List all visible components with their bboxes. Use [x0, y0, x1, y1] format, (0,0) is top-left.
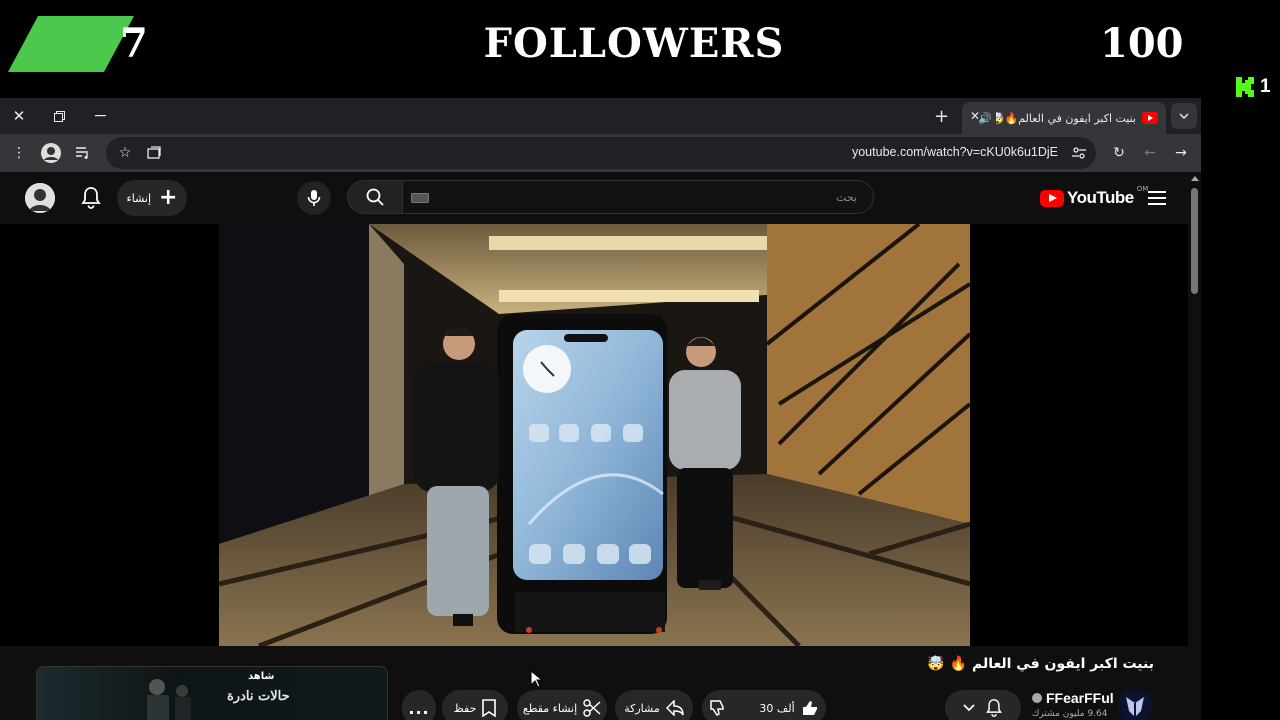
subscribed-notifications-button[interactable]: [945, 690, 1021, 720]
kick-viewer-count: 1: [1260, 76, 1271, 97]
search-input[interactable]: [402, 180, 874, 214]
window-restore-icon[interactable]: [46, 104, 72, 128]
back-arrow-icon[interactable]: ←: [1139, 142, 1161, 164]
notifications-bell-icon: [986, 699, 1002, 717]
channel-avatar[interactable]: [1118, 689, 1152, 720]
tab-title: بنيت اكبر ايفون في العالم🔥🤯: [996, 111, 1136, 125]
install-app-icon[interactable]: [143, 142, 165, 164]
more-actions-button[interactable]: ...: [402, 690, 436, 720]
thumbs-up-icon: [802, 701, 817, 715]
like-button[interactable]: 30 ألف: [749, 690, 828, 720]
tab-search-chevron-icon[interactable]: [1171, 103, 1197, 129]
video-player[interactable]: [0, 224, 1188, 646]
ad-brand-logo: شاهد: [248, 671, 275, 682]
browser-window: ✕ + بنيت اكبر ايفون في العالم🔥🤯 🔊 ✕ ⋮ ☆: [0, 98, 1201, 720]
like-dislike-group: 30 ألف: [702, 690, 826, 720]
page-scrollbar[interactable]: [1188, 172, 1201, 720]
tab-close-icon[interactable]: ✕: [970, 109, 980, 123]
like-count: 30 ألف: [759, 701, 795, 715]
forward-arrow-icon[interactable]: →: [1170, 142, 1192, 164]
video-title: بنيت اكبر ايفون في العالم 🔥 🤯: [927, 656, 1154, 672]
scroll-thumb[interactable]: [1191, 188, 1198, 294]
video-frame[interactable]: [219, 224, 970, 646]
sponsored-ad-card[interactable]: شاهد حالات نادرة: [36, 666, 388, 720]
chevron-down-icon: [963, 704, 975, 712]
create-label: إنشاء: [126, 191, 152, 205]
profile-avatar-icon[interactable]: [40, 142, 62, 164]
youtube-header: إنشاء + YouTube OM: [0, 172, 1188, 224]
clip-button[interactable]: إنشاء مقطع: [517, 690, 607, 720]
share-label: مشاركة: [624, 701, 660, 715]
site-settings-icon[interactable]: [1068, 142, 1090, 164]
clip-label: إنشاء مقطع: [522, 701, 578, 715]
kick-logo-icon: [1236, 77, 1254, 97]
save-label: حفظ: [453, 701, 477, 715]
browser-tab-active[interactable]: بنيت اكبر ايفون في العالم🔥🤯 🔊 ✕: [962, 102, 1166, 134]
thumbs-down-icon: [710, 700, 725, 716]
kick-viewer-badge: 1: [1236, 76, 1271, 98]
guide-menu-icon[interactable]: [1148, 191, 1166, 205]
save-button[interactable]: حفظ: [442, 690, 508, 720]
dislike-button[interactable]: [699, 690, 737, 720]
followers-goal-count: 100: [1100, 20, 1184, 67]
media-controls-icon[interactable]: [72, 142, 94, 164]
youtube-country-code: OM: [1136, 185, 1149, 193]
tab-audio-icon[interactable]: 🔊: [978, 112, 992, 125]
account-avatar[interactable]: [25, 183, 55, 213]
stream-overlay-bar: 7 FOLLOWERS 100: [0, 0, 1280, 98]
virtual-keyboard-icon[interactable]: [411, 193, 429, 203]
scissors-icon: [583, 699, 601, 717]
mouse-cursor-icon: [530, 670, 542, 688]
youtube-logo-text: YouTube: [1067, 188, 1134, 207]
voice-search-mic-icon[interactable]: [297, 181, 331, 215]
followers-goal-title: FOLLOWERS: [483, 20, 785, 67]
notifications-bell-icon[interactable]: [80, 186, 102, 210]
plus-icon: +: [159, 185, 178, 210]
search-button[interactable]: [347, 180, 403, 214]
channel-name-link[interactable]: FFearFFul: [1032, 690, 1114, 706]
youtube-play-logo-icon: [1040, 189, 1064, 207]
browser-tab-bar: ✕ + بنيت اكبر ايفون في العالم🔥🤯 🔊 ✕: [0, 98, 1201, 134]
browser-menu-icon[interactable]: ⋮: [8, 142, 30, 164]
verified-badge-icon: [1032, 693, 1042, 703]
video-info-section: بنيت اكبر ايفون في العالم 🔥 🤯 FFearFFul …: [0, 646, 1188, 720]
youtube-favicon-icon: [1142, 112, 1158, 124]
create-button[interactable]: إنشاء +: [117, 180, 187, 216]
subscriber-count: 9.64 مليون مشترك: [1032, 709, 1108, 719]
search-icon: [366, 188, 384, 206]
share-button[interactable]: مشاركة: [615, 690, 693, 720]
window-close-icon[interactable]: ✕: [6, 104, 32, 128]
channel-name: FFearFFul: [1046, 690, 1114, 706]
ad-show-title: حالات نادرة: [227, 689, 290, 704]
bookmark-star-icon[interactable]: ☆: [114, 142, 136, 164]
youtube-logo[interactable]: YouTube OM: [1040, 185, 1149, 208]
window-minimize-icon[interactable]: [87, 104, 113, 128]
address-bar[interactable]: ☆ youtube.com/watch?v=cKU0k6u1DjE: [106, 137, 1096, 169]
scroll-up-arrow-icon[interactable]: [1191, 176, 1199, 181]
browser-toolbar: ⋮ ☆ youtube.com/watch?v=cKU0k6u1DjE ↻ ← …: [0, 134, 1201, 172]
reload-icon[interactable]: ↻: [1108, 142, 1130, 164]
share-arrow-icon: [665, 700, 684, 716]
bookmark-icon: [482, 699, 497, 717]
new-tab-button[interactable]: +: [934, 106, 949, 127]
url-text[interactable]: youtube.com/watch?v=cKU0k6u1DjE: [852, 145, 1058, 159]
